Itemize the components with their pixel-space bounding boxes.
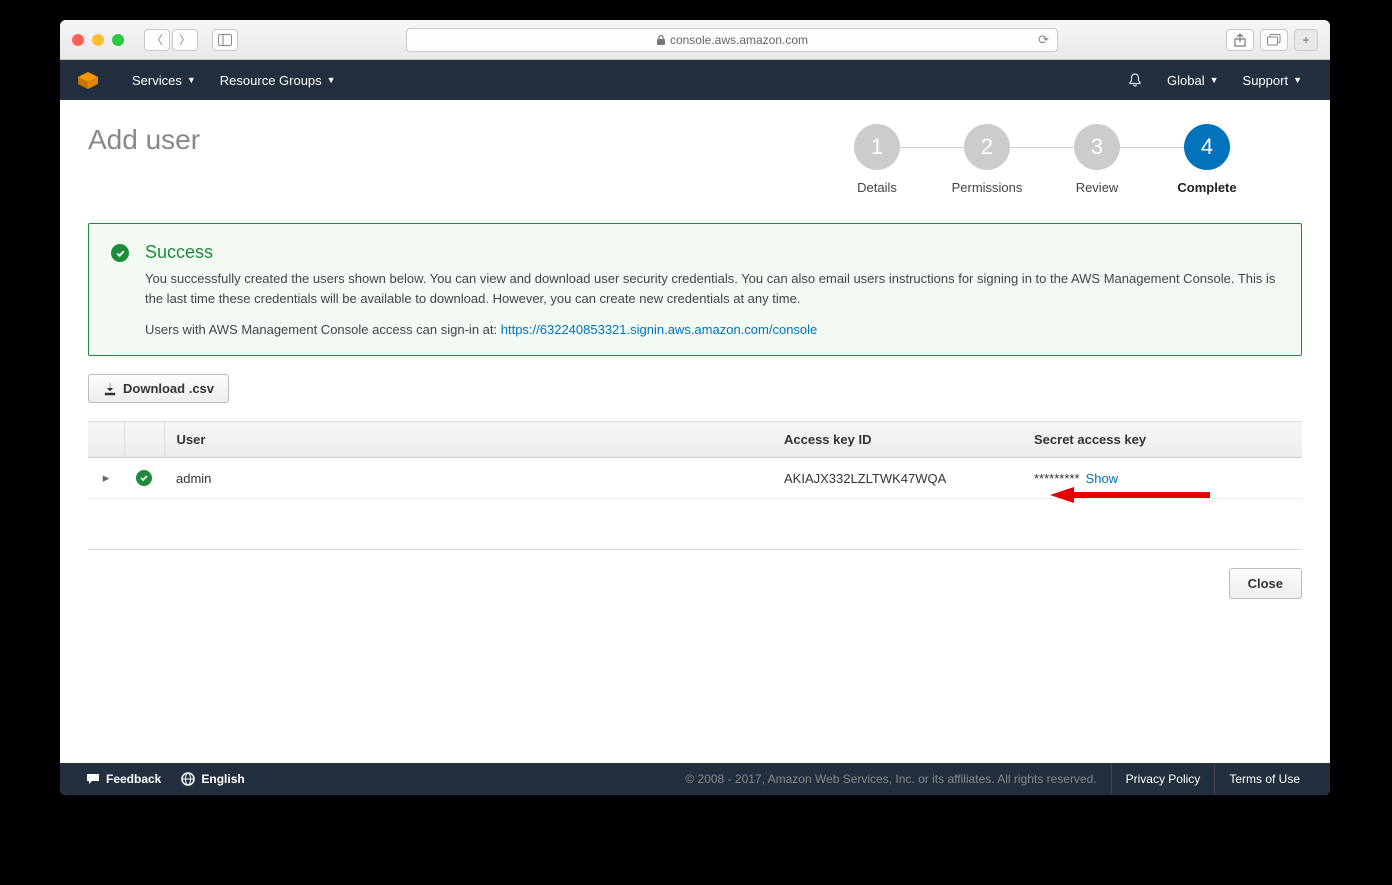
download-csv-button[interactable]: Download .csv	[88, 374, 229, 403]
download-csv-label: Download .csv	[123, 381, 214, 396]
success-check-icon	[111, 244, 129, 262]
wizard-step-label: Review	[1076, 180, 1119, 195]
window-close-icon[interactable]	[72, 34, 84, 46]
nav-support-label: Support	[1243, 73, 1289, 88]
row-access-key-id: AKIAJX332LZLTWK47WQA	[772, 458, 1022, 499]
table-header-user: User	[164, 422, 772, 458]
bell-icon	[1127, 72, 1143, 88]
wizard-step-label: Permissions	[952, 180, 1023, 195]
users-table: User Access key ID Secret access key ▸ a…	[88, 421, 1302, 499]
window-controls	[72, 34, 124, 46]
wizard-step-label: Complete	[1177, 180, 1236, 195]
browser-window: 〈 〉 console.aws.amazon.com ⟳ +	[60, 20, 1330, 795]
page-header: Add user 1 Details 2 Permissions 3 Revie…	[88, 124, 1302, 195]
nav-services-label: Services	[132, 73, 182, 88]
chevron-down-icon: ▼	[187, 75, 196, 85]
browser-new-tab-button[interactable]: +	[1294, 29, 1318, 51]
footer-feedback-label: Feedback	[106, 772, 161, 786]
wizard-step-number: 2	[964, 124, 1010, 170]
nav-notifications[interactable]	[1115, 60, 1155, 100]
footer-copyright: © 2008 - 2017, Amazon Web Services, Inc.…	[685, 772, 1110, 786]
browser-tabs-button[interactable]	[1260, 29, 1288, 51]
show-secret-link[interactable]: Show	[1086, 471, 1119, 486]
speech-bubble-icon	[86, 773, 100, 785]
download-icon	[103, 382, 117, 396]
wizard-step-review: 3 Review	[1042, 124, 1152, 195]
footer-language-label: English	[201, 772, 244, 786]
footer-language[interactable]: English	[171, 772, 254, 786]
chevron-down-icon: ▼	[1210, 75, 1219, 85]
table-header-secret: Secret access key	[1022, 422, 1302, 458]
footer-privacy-link[interactable]: Privacy Policy	[1111, 763, 1215, 795]
success-alert: Success You successfully created the use…	[88, 223, 1302, 356]
row-expand-toggle[interactable]: ▸	[88, 458, 124, 499]
row-success-icon	[136, 470, 152, 486]
window-maximize-icon[interactable]	[112, 34, 124, 46]
page-content: Add user 1 Details 2 Permissions 3 Revie…	[60, 100, 1330, 763]
wizard-step-permissions: 2 Permissions	[932, 124, 1042, 195]
success-text: You successfully created the users shown…	[145, 269, 1281, 308]
table-header-row: User Access key ID Secret access key	[88, 422, 1302, 458]
close-button-label: Close	[1248, 576, 1283, 591]
signin-url-link[interactable]: https://632240853321.signin.aws.amazon.c…	[501, 322, 818, 337]
browser-reload-icon[interactable]: ⟳	[1038, 32, 1049, 48]
aws-top-nav: Services ▼ Resource Groups ▼ Global ▼ Su…	[60, 60, 1330, 100]
chevron-down-icon: ▼	[327, 75, 336, 85]
browser-sidebar-button[interactable]	[212, 29, 238, 51]
aws-footer: Feedback English © 2008 - 2017, Amazon W…	[60, 763, 1330, 795]
browser-chrome: 〈 〉 console.aws.amazon.com ⟳ +	[60, 20, 1330, 60]
footer-terms-link[interactable]: Terms of Use	[1214, 763, 1314, 795]
nav-resource-groups[interactable]: Resource Groups ▼	[208, 60, 348, 100]
window-minimize-icon[interactable]	[92, 34, 104, 46]
wizard-steps: 1 Details 2 Permissions 3 Review 4 Compl…	[822, 124, 1262, 195]
browser-url: console.aws.amazon.com	[670, 33, 808, 47]
wizard-step-number: 3	[1074, 124, 1120, 170]
nav-support[interactable]: Support ▼	[1231, 60, 1314, 100]
wizard-step-details: 1 Details	[822, 124, 932, 195]
nav-services[interactable]: Services ▼	[120, 60, 208, 100]
aws-logo-icon[interactable]	[76, 68, 100, 92]
table-row: ▸ admin AKIAJX332LZLTWK47WQA ********* S…	[88, 458, 1302, 499]
table-header-expand	[88, 422, 124, 458]
row-secret-masked: *********	[1034, 471, 1080, 486]
row-status-cell	[124, 458, 164, 499]
page-actions: Close	[88, 549, 1302, 599]
row-secret-cell: ********* Show	[1022, 458, 1302, 499]
row-user-name: admin	[164, 458, 772, 499]
browser-nav-buttons: 〈 〉	[144, 29, 198, 51]
globe-icon	[181, 772, 195, 786]
chevron-down-icon: ▼	[1293, 75, 1302, 85]
page-title: Add user	[88, 124, 200, 156]
close-button[interactable]: Close	[1229, 568, 1302, 599]
success-signin-prefix: Users with AWS Management Console access…	[145, 322, 501, 337]
wizard-step-number: 1	[854, 124, 900, 170]
success-title: Success	[145, 242, 1281, 263]
browser-share-button[interactable]	[1226, 29, 1254, 51]
nav-region-label: Global	[1167, 73, 1205, 88]
lock-icon	[656, 34, 666, 46]
browser-forward-button[interactable]: 〉	[172, 29, 198, 51]
success-signin-line: Users with AWS Management Console access…	[145, 322, 1281, 337]
nav-resource-groups-label: Resource Groups	[220, 73, 322, 88]
browser-back-button[interactable]: 〈	[144, 29, 170, 51]
wizard-step-complete: 4 Complete	[1152, 124, 1262, 195]
table-header-status	[124, 422, 164, 458]
nav-region[interactable]: Global ▼	[1155, 60, 1231, 100]
wizard-step-number: 4	[1184, 124, 1230, 170]
browser-right-controls: +	[1226, 29, 1318, 51]
footer-feedback[interactable]: Feedback	[76, 772, 171, 786]
wizard-step-label: Details	[857, 180, 897, 195]
browser-address-bar[interactable]: console.aws.amazon.com ⟳	[406, 28, 1058, 52]
table-header-access-key: Access key ID	[772, 422, 1022, 458]
